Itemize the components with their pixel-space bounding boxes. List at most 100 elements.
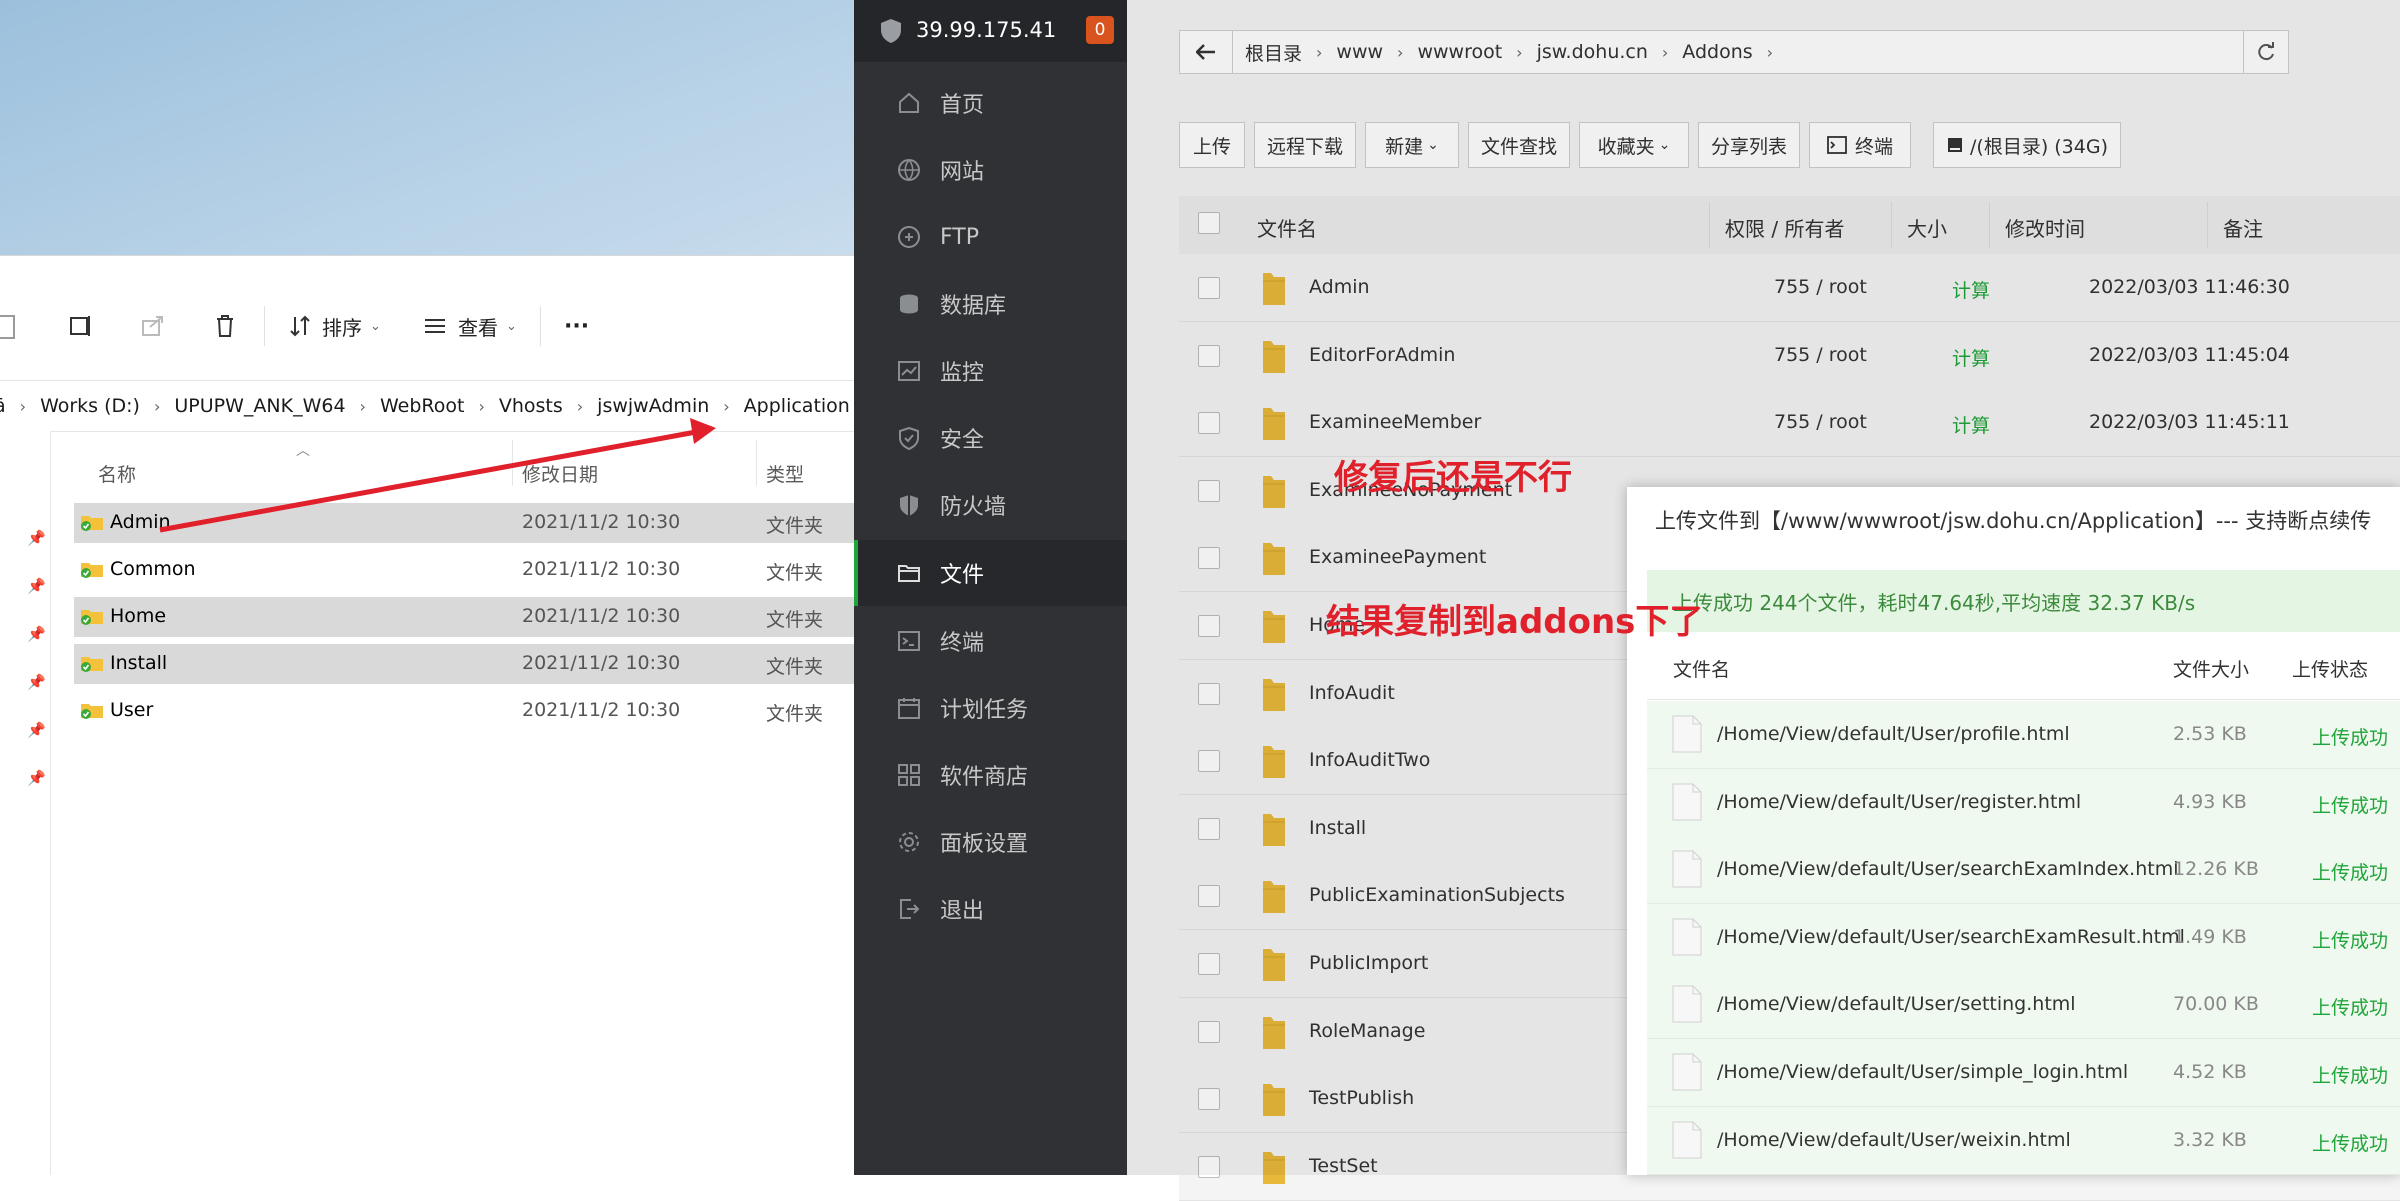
sort-button[interactable]: 排序 ⌄ [288,308,381,344]
sidebar-item-cron[interactable]: 计划任务 [854,675,1127,741]
row-checkbox[interactable] [1198,615,1220,637]
table-row[interactable]: ExamineeMember 755 / root 计算 2022/03/03 11:… [1179,389,2400,458]
list-item[interactable]: Home 2021/11/2 10:30 文件夹 [74,597,854,637]
row-checkbox[interactable] [1198,953,1220,975]
file-size[interactable]: 计算 [1952,344,1990,371]
sidebar-item-database[interactable]: 数据库 [854,271,1127,337]
row-checkbox[interactable] [1198,682,1220,705]
row-checkbox[interactable] [1198,885,1220,908]
row-checkbox[interactable] [1198,1088,1220,1111]
delete-icon[interactable] [212,308,238,344]
path-bar[interactable]: 根目录 › www › wwwroot › jsw.dohu.cn › Addo… [1179,30,2289,74]
file-name[interactable]: TestPublish [1309,1087,1414,1109]
row-checkbox[interactable] [1198,1155,1220,1178]
remote-download-button[interactable]: 远程下载 [1254,122,1356,168]
file-name[interactable]: ExamineeMember [1309,411,1481,433]
sidebar-item-terminal[interactable]: 终端 [854,608,1127,674]
file-name[interactable]: Install [1309,817,1366,839]
breadcrumb-item-jswjwadmin[interactable]: jswjwAdmin [597,395,709,417]
more-options-button[interactable]: ··· [564,308,589,344]
share-list-button[interactable]: 分享列表 [1698,122,1800,168]
file-search-button[interactable]: 文件查找 [1468,122,1570,168]
row-checkbox[interactable] [1198,277,1220,299]
row-checkbox[interactable] [1198,547,1220,570]
terminal-button[interactable]: 终端 [1809,122,1911,168]
row-checkbox[interactable] [1198,412,1220,435]
upload-button[interactable]: 上传 [1179,122,1245,168]
path-item-www[interactable]: www [1336,41,1383,63]
share-icon[interactable] [140,308,166,344]
column-filename[interactable]: 文件名 [1257,213,1317,242]
sidebar-item-label: 首页 [940,93,985,118]
file-name[interactable]: ExamineePayment [1309,546,1486,568]
paste-icon[interactable] [0,308,18,344]
table-row[interactable]: EditorForAdmin 755 / root 计算 2022/03/03 11:… [1179,321,2400,390]
column-size[interactable]: 大小 [1907,213,1947,242]
row-checkbox[interactable] [1198,479,1220,502]
sidebar-item-label: 软件商店 [940,765,1029,790]
breadcrumb-lead[interactable]: ā [0,395,6,417]
file-name[interactable]: Admin [1309,276,1370,298]
breadcrumb-item-drive[interactable]: Works (D:) [40,395,140,417]
list-item[interactable]: Install 2021/11/2 10:30 文件夹 [74,644,854,684]
path-item-domain[interactable]: jsw.dohu.cn [1537,41,1648,63]
breadcrumb-item-application[interactable]: Application [744,395,850,417]
file-name[interactable]: RoleManage [1309,1020,1425,1042]
file-permissions[interactable]: 755 / root [1774,344,1867,366]
column-modified[interactable]: 修改时间 [2005,213,2085,242]
row-checkbox[interactable] [1198,344,1220,367]
row-checkbox[interactable] [1198,1020,1220,1043]
file-permissions[interactable]: 755 / root [1774,411,1867,433]
explorer-column-header: 名称 ︿ 修改日期 类型 [50,440,854,486]
back-arrow-icon[interactable] [1180,31,1233,73]
file-size[interactable]: 计算 [1952,411,1990,438]
column-permissions[interactable]: 权限 / 所有者 [1725,213,1844,242]
row-checkbox[interactable] [1198,750,1220,773]
list-item[interactable]: Common 2021/11/2 10:30 文件夹 [74,550,854,590]
upload-file-status: 上传成功 [2312,929,2389,952]
select-all-checkbox[interactable] [1198,212,1220,234]
rename-icon[interactable] [68,308,94,344]
file-name[interactable]: PublicImport [1309,952,1428,974]
sidebar-item-ftp[interactable]: FTP [854,204,1127,270]
column-name[interactable]: 名称 [98,460,136,487]
breadcrumb-item-webroot[interactable]: WebRoot [380,395,464,417]
refresh-icon[interactable] [2243,31,2288,73]
path-item-wwwroot[interactable]: wwwroot [1417,41,1502,63]
file-permissions[interactable]: 755 / root [1774,276,1867,298]
file-name[interactable]: TestSet [1309,1155,1378,1177]
column-date[interactable]: 修改日期 [522,460,598,487]
sidebar-item-app-store[interactable]: 软件商店 [854,742,1127,808]
file-name[interactable]: InfoAudit [1309,682,1395,704]
table-row[interactable]: Admin 755 / root 计算 2022/03/03 11:46:30 [1179,254,2400,322]
file-name[interactable]: InfoAuditTwo [1309,749,1430,771]
new-button[interactable]: 新建 ⌄ [1365,122,1459,168]
sidebar-item-files[interactable]: 文件 [854,540,1131,606]
folder-icon [1263,746,1285,779]
breadcrumb-item-upupw[interactable]: UPUPW_ANK_W64 [174,395,345,417]
file-name[interactable]: EditorForAdmin [1309,344,1455,366]
disk-button[interactable]: /(根目录) (34G) [1933,122,2121,168]
sidebar-item-home[interactable]: 首页 [854,70,1127,136]
breadcrumb-item-vhosts[interactable]: Vhosts [499,395,563,417]
view-button[interactable]: 查看 ⌄ [422,308,517,344]
list-item[interactable]: Admin 2021/11/2 10:30 文件夹 [74,503,854,543]
sidebar-item-logout[interactable]: 退出 [854,876,1127,942]
sidebar-item-security[interactable]: 安全 [854,405,1127,471]
file-name[interactable]: PublicExaminationSubjects [1309,884,1565,906]
favorites-button[interactable]: 收藏夹 ⌄ [1579,122,1689,168]
sidebar-item-firewall[interactable]: 防火墙 [854,472,1127,538]
sidebar-item-settings[interactable]: 面板设置 [854,809,1127,875]
notification-badge[interactable]: 0 [1086,16,1114,44]
sidebar-item-website[interactable]: 网站 [854,137,1127,203]
path-item-root[interactable]: 根目录 [1245,39,1302,66]
panel-sidebar: 39.99.175.41 0 首页 网站 FTP 数据库 监控 安全 防火墙 文… [854,0,1131,1175]
column-note[interactable]: 备注 [2223,213,2263,242]
row-checkbox[interactable] [1198,817,1220,840]
column-type[interactable]: 类型 [766,460,804,487]
sidebar-item-monitor[interactable]: 监控 [854,338,1127,404]
list-item[interactable]: User 2021/11/2 10:30 文件夹 [74,691,854,731]
item-date: 2021/11/2 10:30 [522,511,681,533]
file-size[interactable]: 计算 [1952,276,1990,303]
path-item-addons[interactable]: Addons [1682,41,1752,63]
